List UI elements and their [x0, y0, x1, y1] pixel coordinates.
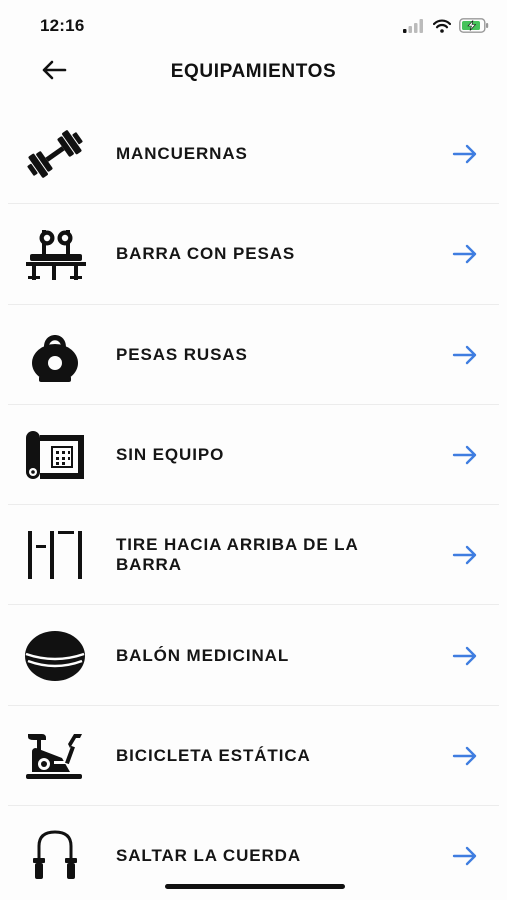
list-item-barra-con-pesas[interactable]: BARRA CON PESAS [0, 204, 507, 305]
nav-header: EQUIPAMIENTOS [0, 50, 507, 102]
list-item-label: MANCUERNAS [116, 144, 248, 164]
list-item-label: TIRE HACIA ARRIBA DE LA BARRA [116, 535, 359, 575]
list-item-label: SIN EQUIPO [116, 445, 225, 465]
wifi-icon [432, 19, 452, 38]
list-item-label: SALTAR LA CUERDA [116, 846, 302, 866]
list-item-sin-equipo[interactable]: SIN EQUIPO [0, 405, 507, 506]
arrow-right-icon[interactable] [451, 543, 479, 567]
list-item-label: BALÓN MEDICINAL [116, 645, 290, 665]
cellular-signal-icon [403, 18, 425, 38]
arrow-right-icon[interactable] [451, 443, 479, 467]
list-item-mancuernas[interactable]: MANCUERNAS [0, 104, 507, 205]
arrow-right-icon[interactable] [451, 142, 479, 166]
pull-up-bar-icon [20, 523, 90, 587]
home-indicator[interactable] [165, 884, 345, 889]
equipment-list: MANCUERNAS BARRA CON PESAS PESAS RUSAS S… [0, 104, 507, 900]
status-time: 12:16 [40, 16, 85, 35]
arrow-right-icon[interactable] [451, 242, 479, 266]
status-bar: 12:16 [0, 0, 507, 50]
yoga-mat-icon [20, 423, 90, 487]
list-item-balon-medicinal[interactable]: BALÓN MEDICINAL [0, 605, 507, 707]
page-title: EQUIPAMIENTOS [170, 61, 337, 82]
list-item-label: BICICLETA ESTÁTICA [116, 745, 311, 765]
dumbbell-icon [20, 122, 90, 186]
barbell-bench-icon [20, 222, 90, 286]
status-icons [403, 18, 489, 38]
list-item-bicicleta-estatica[interactable]: BICICLETA ESTÁTICA [0, 706, 507, 807]
arrow-right-icon[interactable] [451, 744, 479, 768]
stationary-bike-icon [20, 724, 90, 788]
list-item-label: BARRA CON PESAS [116, 244, 296, 264]
medicine-ball-icon [20, 624, 90, 688]
list-item-label: PESAS RUSAS [116, 344, 248, 364]
arrow-right-icon[interactable] [451, 844, 479, 868]
kettlebell-icon [20, 323, 90, 387]
battery-charging-icon [459, 18, 489, 38]
arrow-right-icon[interactable] [451, 644, 479, 668]
list-item-pesas-rusas[interactable]: PESAS RUSAS [0, 305, 507, 406]
arrow-right-icon[interactable] [451, 343, 479, 367]
list-item-tire-hacia-arriba[interactable]: TIRE HACIA ARRIBA DE LA BARRA [0, 505, 507, 606]
jump-rope-icon [20, 824, 90, 888]
